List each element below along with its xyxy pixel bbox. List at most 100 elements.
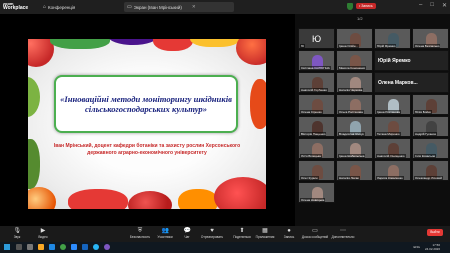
participant-name: Микола Кононенко [338, 66, 367, 70]
participant-name: Наталія Лисак [338, 176, 360, 180]
minimize-icon[interactable]: – [419, 2, 422, 9]
clock-date: 24.02.2026 [424, 247, 440, 251]
participant-tile[interactable]: Ірина Олійн... [336, 28, 373, 49]
whiteboard-button[interactable]: ▭ Доска сообщений [300, 227, 330, 241]
tomato-image [128, 191, 172, 209]
participant-tile[interactable]: Юрій Яремко [374, 50, 449, 71]
video-button[interactable]: ▶ Видео [28, 227, 58, 241]
participant-tile[interactable]: Лариса Коваленко [374, 160, 411, 181]
participant-name: Лариса Коваленко [376, 176, 404, 180]
participant-name: Олег Курнін [300, 176, 319, 180]
participant-tile[interactable]: Олена Сіренко [298, 94, 335, 115]
pepper-image [250, 79, 266, 129]
participant-tile[interactable]: Анатолій Онищенко [374, 138, 411, 159]
participant-tile[interactable]: Олена Новицька [298, 182, 335, 203]
participant-tile[interactable]: Олег Курнін [298, 160, 335, 181]
participant-tile[interactable]: Анатолій Горбенко [298, 72, 335, 93]
participant-tile[interactable]: Наталія Черкова [336, 72, 373, 93]
system-clock[interactable]: 17:56 24.02.2026 [425, 243, 440, 251]
participant-name: Юрій Яремко [376, 44, 397, 48]
participant-tile[interactable]: Юрій Яремко [374, 28, 411, 49]
apps-icon: ▦ [262, 228, 268, 234]
record-badge[interactable]: • Запись [356, 3, 376, 9]
participant-name: Наталія Черкова [338, 88, 364, 92]
toolbar-label: Отреагировать [200, 235, 224, 239]
taskview-icon[interactable] [27, 244, 33, 250]
more-button[interactable]: ⋯ Дополнительно [328, 227, 358, 241]
participant-tile[interactable]: Наталія Лисак [336, 160, 373, 181]
zoom-logo: zoom Workplace [3, 1, 28, 11]
tab-conference[interactable]: ⌂ Конференція [40, 2, 78, 12]
participant-name: Ліл'я Білецька [300, 154, 322, 158]
explorer-icon[interactable] [38, 244, 44, 250]
participant-name: Юлія Бойко [414, 110, 433, 114]
toolbar-label: Дополнительно [331, 235, 355, 239]
slide-author: Іван Мрінський, доцент кафедри ботаніки … [53, 143, 241, 156]
share-icon: ⬆ [239, 228, 245, 234]
participant-tile[interactable]: Юлія Бойко [412, 94, 449, 115]
react-icon: ♥ [210, 228, 214, 234]
whiteboard-icon: ▭ [312, 228, 318, 234]
chrome-icon[interactable] [60, 244, 66, 250]
react-button[interactable]: ♥ Отреагировать [197, 227, 227, 241]
participant-name: Вікторія Пащенко [300, 132, 327, 136]
participant-tile[interactable]: Ліл'я Білецька [298, 138, 335, 159]
language-indicator[interactable]: ENG [413, 245, 420, 249]
gallery-page-indicator[interactable]: 1/2 [357, 16, 363, 21]
toolbar-label: Приложения [255, 235, 275, 239]
meeting-toolbar: 🎙 Звук ▶ Видео ⛨ Безопасность 👥 Участники 💬 Чат ♥ О… [0, 226, 450, 242]
participant-tile[interactable]: Світлана КАЛЮГІНА [298, 50, 335, 71]
tab-screen-share[interactable]: ▭ Экран (Іван Мрінський) ✕ [124, 2, 234, 12]
close-icon[interactable]: ✕ [192, 4, 196, 10]
maximize-icon[interactable]: □ [430, 2, 434, 9]
participant-name: Анатолій Горбенко [300, 88, 328, 92]
participant-tile[interactable]: Микола Кононенко [336, 50, 373, 71]
participant-tile[interactable]: Ірина Ростянова [374, 94, 411, 115]
participant-tile[interactable]: Ірина Шабельська [336, 138, 373, 159]
close-window-icon[interactable]: ✕ [442, 2, 447, 9]
toolbar-label: Звук [13, 235, 21, 239]
presentation-slide: «Інноваційні методи моніторингу шкідникі… [28, 39, 266, 209]
pepper-image [214, 177, 266, 209]
participant-name: Олена Новицька [300, 198, 326, 202]
participant-tile[interactable]: Андрій Гусаков [412, 116, 449, 137]
participant-name: Анатолій Онищенко [376, 154, 406, 158]
shared-screen: «Інноваційні методи моніторингу шкідникі… [0, 14, 295, 226]
participant-name: Світлана КАЛЮГІНА [300, 66, 331, 70]
chat-icon: 💬 [183, 228, 191, 234]
video-icon: ▶ [40, 228, 46, 234]
cabbage-image [28, 77, 40, 117]
participant-tile[interactable]: ЮЮ [298, 28, 335, 49]
telegram-icon[interactable] [93, 244, 99, 250]
viber-icon[interactable] [104, 244, 110, 250]
participant-name: Олена Сіренко [300, 110, 323, 114]
participant-tile[interactable]: Ілля Ковальов [412, 138, 449, 159]
window-titlebar: zoom Workplace ⌂ Конференція ▭ Экран (Ів… [0, 0, 450, 14]
participant-name: Тетяна Миронко [376, 132, 401, 136]
brand-line2: Workplace [3, 5, 29, 11]
participant-tile[interactable]: Тетяна Миронко [374, 116, 411, 137]
participant-name-large: Юрій Яремко [378, 58, 411, 64]
participant-name: Олена Безпалько [414, 44, 441, 48]
windows-start-icon[interactable] [4, 244, 10, 250]
participant-tile[interactable]: Владислав Ємчук [336, 116, 373, 137]
browser-icon[interactable] [49, 244, 55, 250]
participant-name: Ірина Олійн... [338, 44, 359, 48]
participant-name: Олександр Лісовий [414, 176, 443, 180]
toolbar-label: Безопасность [129, 235, 151, 239]
participant-tile[interactable]: Ольга Ростянова [336, 94, 373, 115]
participant-name-large: Олена Марков... [378, 80, 418, 86]
toolbar-label: Запись [283, 235, 295, 239]
pepper-image [68, 189, 128, 209]
zoom-app-icon[interactable] [71, 244, 77, 250]
participant-tile[interactable]: Олександр Лісовий [412, 160, 449, 181]
end-label: Выйти [427, 229, 443, 236]
toolbar-label: Видео [38, 235, 48, 239]
toolbar-label: Поделиться [233, 235, 251, 239]
participant-tile[interactable]: Олена Марков... [374, 72, 449, 93]
participant-tile[interactable]: Олена Безпалько [412, 28, 449, 49]
search-icon[interactable] [16, 244, 22, 250]
participant-tile[interactable]: Вікторія Пащенко [298, 116, 335, 137]
end-meeting-button[interactable]: Выйти [425, 227, 445, 241]
word-icon[interactable] [82, 244, 88, 250]
